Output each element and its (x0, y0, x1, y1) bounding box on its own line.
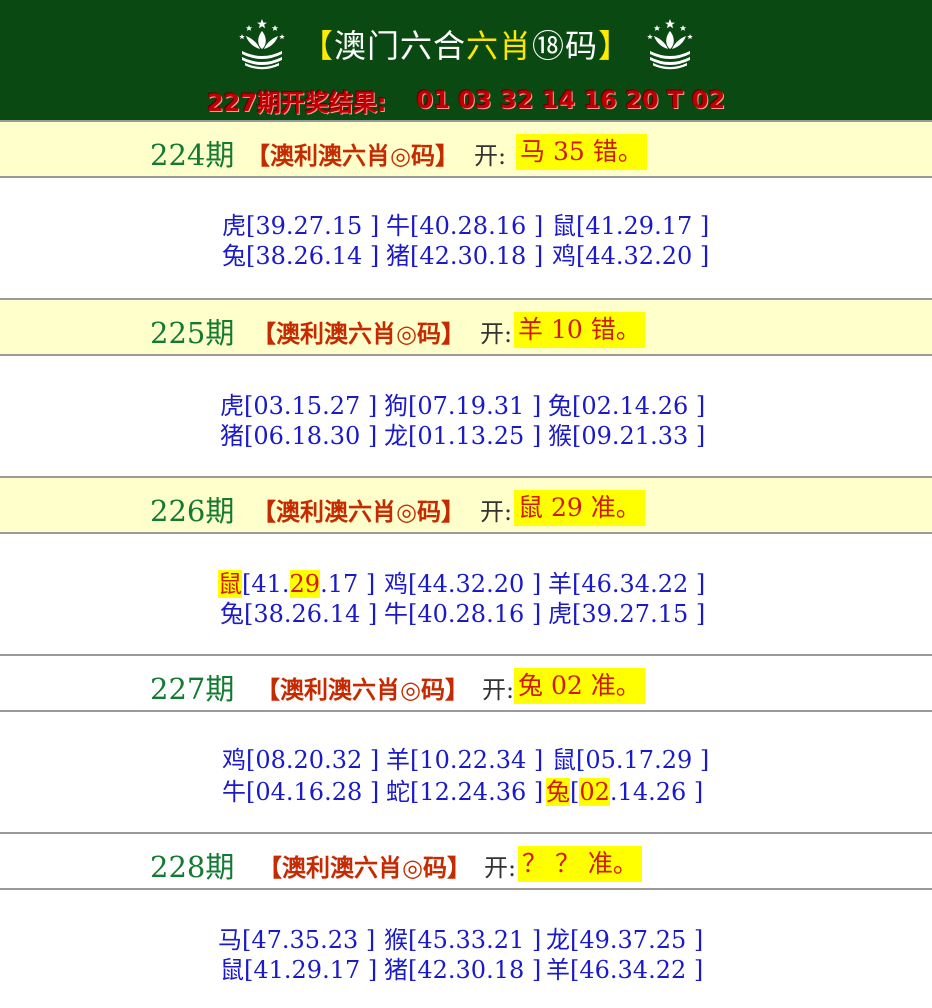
zodiac-line: 兔[38.26.14 ] (220, 600, 378, 628)
hit-number-mark: 02 (579, 778, 610, 806)
draw-result-label: 227期开奖结果: (206, 88, 387, 117)
page-header: 【澳门六合六肖⑱码】 227期开奖结果: 01 03 32 14 16 20 T… (0, 0, 932, 120)
prediction-header: 226期 【澳利澳六肖◎码】 开: 鼠 29 准。 (0, 476, 932, 534)
title-main: 澳门六合 (333, 27, 466, 65)
period-label: 227期 (150, 672, 235, 706)
prediction-label: 【澳利澳六肖◎码】 (252, 319, 465, 348)
macau-lotus-emblem-icon (239, 19, 285, 70)
prediction-label: 【澳利澳六肖◎码】 (252, 497, 465, 526)
prediction-block-228: 228期 【澳利澳六肖◎码】 开: ？ ？ 准。 马[47.35.23 ] 猴[… (0, 832, 932, 1008)
zodiac-line: 猪[06.18.30 ] (220, 422, 378, 450)
title-row: 【澳门六合六肖⑱码】 (0, 14, 932, 74)
open-result-highlight: 鼠 29 准。 (514, 490, 645, 526)
title-accent: 六肖 (465, 27, 532, 65)
zodiac-line: 兔[38.26.14 ] (222, 242, 380, 270)
zodiac-line: 虎[39.27.15 ] (548, 600, 706, 628)
zodiac-line: 鼠[41.29.17 ] (220, 956, 378, 984)
hit-zodiac-mark: 兔 (546, 778, 570, 806)
open-prefix: 开: (480, 320, 513, 348)
zodiac-line: 鸡[08.20.32 ] (222, 746, 380, 774)
zodiac-line: 猪[42.30.18 ] (386, 242, 544, 270)
prediction-header: 224期 【澳利澳六肖◎码】 开: 马 35 错。 (0, 120, 932, 178)
period-label: 225期 (150, 316, 235, 350)
macau-lotus-emblem-icon (647, 19, 693, 70)
zodiac-numbers: 马[47.35.23 ] 猴[45.33.21 ] 龙[49.37.25 ] 鼠… (0, 890, 932, 1008)
open-result-highlight: ？ ？ 准。 (518, 846, 642, 882)
open-prefix: 开: (482, 676, 515, 704)
prediction-block-225: 225期 【澳利澳六肖◎码】 开: 羊 10 错。 虎[03.15.27 ] 狗… (0, 298, 932, 476)
open-prefix: 开: (480, 498, 513, 526)
zodiac-line: 羊[46.34.22 ] (546, 956, 704, 984)
zodiac-line: 鸡[44.32.20 ] (552, 242, 710, 270)
zodiac-line: 蛇[12.24.36 ] (386, 778, 544, 806)
zodiac-line: 羊[10.22.34 ] (386, 746, 544, 774)
title-left-bracket: 【 (300, 27, 334, 65)
zodiac-line: 猴[09.21.33 ] (548, 422, 706, 450)
period-label: 228期 (150, 850, 235, 884)
open-result-highlight: 羊 10 错。 (514, 312, 645, 348)
period-label: 226期 (150, 494, 235, 528)
open-prefix: 开: (474, 142, 507, 170)
zodiac-line: 龙[01.13.25 ] (384, 422, 542, 450)
zodiac-numbers: 鸡[08.20.32 ] 羊[10.22.34 ] 鼠[05.17.29 ] 牛… (0, 712, 932, 832)
open-prefix: 开: (484, 854, 517, 882)
prediction-block-226: 226期 【澳利澳六肖◎码】 开: 鼠 29 准。 鼠[41.29.17 ] 鸡… (0, 476, 932, 654)
prediction-label: 【澳利澳六肖◎码】 (256, 675, 469, 704)
zodiac-numbers: 虎[39.27.15 ] 牛[40.28.16 ] 鼠[41.29.17 ] 兔… (0, 178, 932, 298)
zodiac-numbers: 鼠[41.29.17 ] 鸡[44.32.20 ] 羊[46.34.22 ] 兔… (0, 534, 932, 654)
zodiac-line-highlighted: 兔[02.14.26 ] (546, 778, 704, 806)
period-label: 224期 (150, 138, 235, 172)
zodiac-line: 牛[04.16.28 ] (222, 778, 380, 806)
draw-result-numbers: 01 03 32 14 16 20 T 02 (416, 86, 726, 114)
prediction-block-224: 224期 【澳利澳六肖◎码】 开: 马 35 错。 虎[39.27.15 ] 牛… (0, 120, 932, 298)
page-title: 【澳门六合六肖⑱码】 (301, 21, 631, 67)
zodiac-line: 鼠[05.17.29 ] (552, 746, 710, 774)
prediction-header: 228期 【澳利澳六肖◎码】 开: ？ ？ 准。 (0, 832, 932, 890)
title-tail: ⑱码 (532, 27, 599, 65)
prediction-label: 【澳利澳六肖◎码】 (246, 141, 459, 170)
open-result-highlight: 兔 02 准。 (514, 668, 645, 704)
draw-result-row: 227期开奖结果: 01 03 32 14 16 20 T 02 (0, 82, 932, 118)
open-result-highlight: 马 35 错。 (516, 134, 647, 170)
prediction-block-227: 227期 【澳利澳六肖◎码】 开: 兔 02 准。 鸡[08.20.32 ] 羊… (0, 654, 932, 832)
prediction-label: 【澳利澳六肖◎码】 (258, 853, 471, 882)
zodiac-numbers: 虎[03.15.27 ] 狗[07.19.31 ] 兔[02.14.26 ] 猪… (0, 356, 932, 476)
prediction-header: 225期 【澳利澳六肖◎码】 开: 羊 10 错。 (0, 298, 932, 356)
zodiac-line: 牛[40.28.16 ] (384, 600, 542, 628)
title-right-bracket: 】 (598, 27, 632, 65)
prediction-header: 227期 【澳利澳六肖◎码】 开: 兔 02 准。 (0, 654, 932, 712)
zodiac-line: 猪[42.30.18 ] (384, 956, 542, 984)
